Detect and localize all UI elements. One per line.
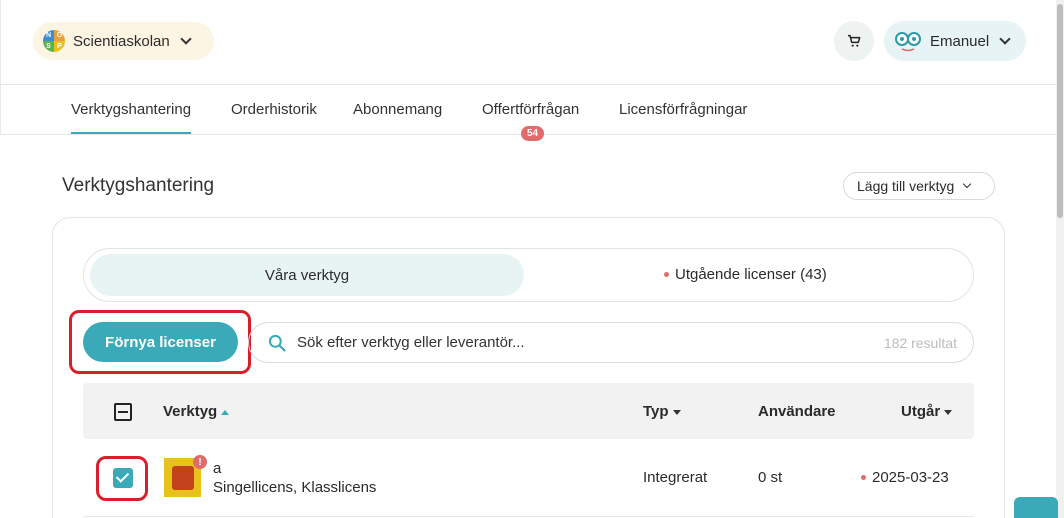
sort-up-icon (221, 409, 230, 415)
column-header-tool[interactable]: Verktyg (163, 403, 230, 420)
avatar-icon (895, 32, 921, 52)
user-name: Emanuel (930, 32, 990, 50)
page-title: Verktygshantering (62, 175, 215, 196)
column-header-tool-label: Verktyg (163, 403, 218, 420)
result-count: 182 resultat (883, 335, 957, 351)
add-tool-label: Lägg till verktyg (857, 178, 955, 194)
offer-count-badge: 54 (521, 126, 544, 141)
cart-icon (848, 34, 861, 47)
top-header: N O S P Scientiaskolan Emanuel (0, 0, 1056, 85)
tab-licensforfragningar[interactable]: Licensförfrågningar (619, 101, 747, 118)
chevron-down-icon (180, 33, 192, 45)
table-header: Verktyg Typ Användare Utgår (83, 383, 974, 439)
cart-button[interactable] (834, 21, 874, 61)
highlight-box (96, 456, 148, 501)
segment-our-tools-label: Våra verktyg (264, 266, 350, 284)
sort-down-icon (672, 409, 681, 415)
column-header-type-label: Typ (643, 403, 669, 420)
tool-users: 0 st (758, 469, 783, 486)
tab-orderhistorik[interactable]: Orderhistorik (231, 101, 317, 118)
user-menu-button[interactable]: Emanuel (884, 21, 1026, 61)
chevron-down-icon (963, 179, 972, 189)
renew-licenses-button[interactable]: Förnya licenser (83, 322, 238, 362)
column-header-type[interactable]: Typ (643, 403, 681, 420)
column-header-users: Användare (758, 403, 836, 420)
segment-expiring-licenses[interactable]: Utgående licenser (43) (664, 266, 827, 283)
add-tool-button[interactable]: Lägg till verktyg (843, 172, 995, 200)
school-selector[interactable]: N O S P Scientiaskolan (33, 22, 214, 60)
segment-our-tools[interactable]: Våra verktyg (90, 254, 524, 296)
tab-abonnemang[interactable]: Abonnemang (353, 101, 442, 118)
help-button[interactable] (1014, 497, 1058, 518)
school-logo-icon: N O S P (43, 30, 65, 52)
tool-expiry: 2025-03-23 (861, 469, 949, 486)
tab-offertforfragan[interactable]: Offertförfrågan (482, 101, 579, 118)
chevron-down-icon (999, 33, 1011, 45)
search-bar: 182 resultat (248, 322, 974, 363)
column-header-expires[interactable]: Utgår (901, 403, 953, 420)
table-row: ! a Singellicens, Klasslicens Integrerat… (83, 439, 974, 517)
scrollbar-thumb[interactable] (1057, 4, 1063, 218)
alert-icon: ! (193, 455, 207, 469)
tool-type: Integrerat (643, 469, 708, 486)
search-icon (268, 334, 286, 352)
warning-dot-icon (861, 475, 866, 480)
tool-expiry-date: 2025-03-23 (872, 469, 949, 486)
search-input[interactable] (297, 334, 857, 351)
school-name: Scientiaskolan (73, 32, 170, 50)
warning-dot-icon (664, 272, 669, 277)
tool-name[interactable]: a (213, 460, 221, 477)
column-header-expires-label: Utgår (901, 403, 941, 420)
sort-down-icon (944, 409, 953, 415)
segment-expiring-label: Utgående licenser (43) (675, 266, 827, 283)
tab-verktygshantering[interactable]: Verktygshantering (71, 101, 192, 134)
tool-license-type: Singellicens, Klasslicens (213, 479, 377, 496)
select-all-checkbox[interactable] (114, 403, 132, 421)
